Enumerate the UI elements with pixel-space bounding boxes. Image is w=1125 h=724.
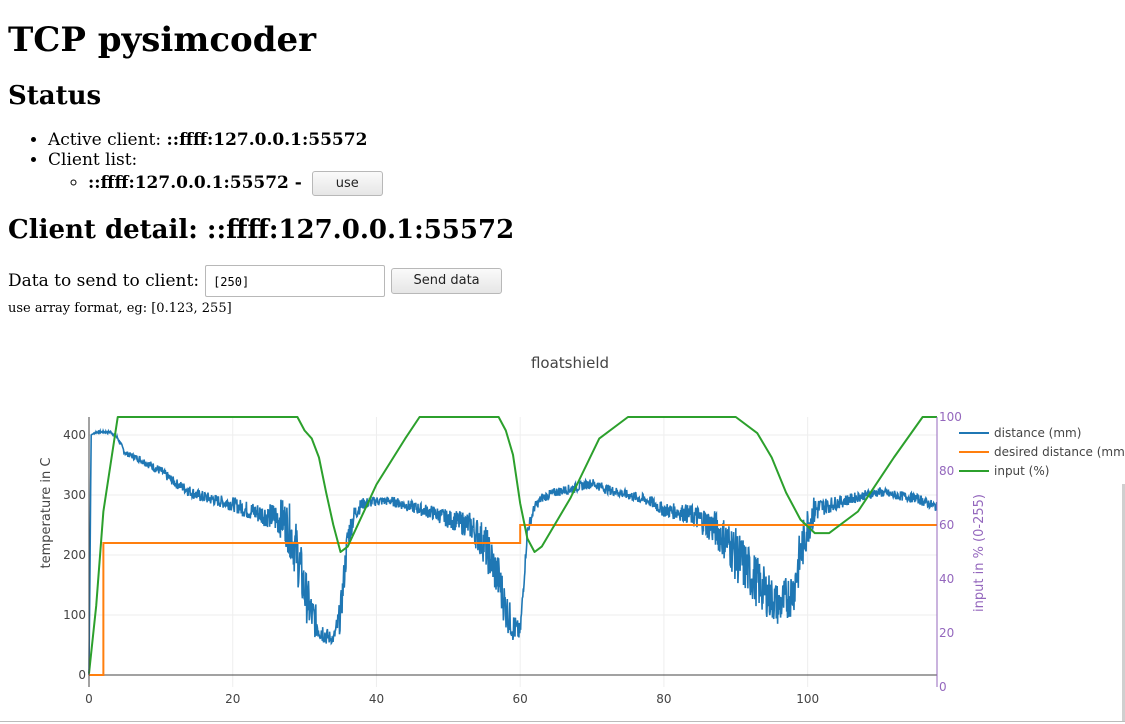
y-axis-label: temperature in C	[39, 458, 54, 569]
chart-series	[88, 416, 938, 676]
chart-title: floatshield	[531, 354, 609, 372]
list-item: ::ffff:127.0.0.1:55572 - use	[88, 170, 383, 196]
legend-item[interactable]: desired distance (mm)	[994, 445, 1125, 459]
client-separator: -	[288, 173, 308, 193]
send-data-label: Data to send to client:	[8, 271, 200, 291]
status-heading: Status	[8, 81, 102, 111]
series-distance-line	[88, 427, 938, 676]
use-client-button[interactable]: use	[311, 171, 383, 196]
page-title: TCP pysimcoder	[8, 20, 317, 60]
client-sub-list: ::ffff:127.0.0.1:55572 - use	[48, 170, 383, 196]
send-data-button[interactable]: Send data	[391, 268, 503, 294]
x-tick-label: 60	[513, 692, 528, 706]
active-client-value: ::ffff:127.0.0.1:55572	[166, 130, 368, 150]
series-desired-distance-line	[89, 524, 937, 676]
client-list-label: Client list:	[48, 150, 138, 170]
active-client-item: Active client: ::ffff:127.0.0.1:55572	[48, 130, 383, 150]
y-tick-label: 300	[63, 488, 86, 502]
client-detail-heading: Client detail: ::ffff:127.0.0.1:55572	[8, 215, 515, 245]
y-tick-label: 100	[63, 608, 86, 622]
y2-tick-label: 0	[939, 680, 947, 694]
x-tick-label: 80	[656, 692, 671, 706]
x-tick-label: 100	[796, 692, 819, 706]
legend-item[interactable]: input (%)	[994, 464, 1049, 478]
client-address: ::ffff:127.0.0.1:55572	[88, 173, 289, 193]
client-list-item: Client list: ::ffff:127.0.0.1:55572 - us…	[48, 150, 383, 196]
array-format-hint: use array format, eg: [0.123, 255]	[8, 301, 232, 316]
y2-tick-label: 40	[939, 572, 954, 586]
x-tick-label: 0	[85, 692, 93, 706]
send-data-input[interactable]: [250]	[205, 265, 386, 297]
y2-tick-label: 20	[939, 626, 954, 640]
y2-tick-label: 80	[939, 464, 954, 478]
floatshield-chart: 0 20 40 60 80 100 0 100 200 300 400 0 20 40 60 80 100 fl…	[39, 354, 1125, 706]
y2-axis-label: input in % (0-255)	[972, 494, 987, 612]
legend-item[interactable]: distance (mm)	[994, 426, 1081, 440]
y-tick-label: 0	[78, 668, 86, 682]
x-tick-label: 20	[225, 692, 240, 706]
status-list: Active client: ::ffff:127.0.0.1:55572 Cl…	[8, 130, 383, 196]
x-tick-label: 40	[369, 692, 384, 706]
chart-legend: distance (mm) desired distance (mm) input …	[959, 426, 1125, 478]
active-client-label: Active client:	[48, 130, 167, 150]
y2-tick-label: 100	[939, 410, 962, 424]
y-tick-label: 200	[63, 548, 86, 562]
y-tick-label: 400	[63, 428, 86, 442]
y2-tick-label: 60	[939, 518, 954, 532]
page-bottom-edge	[0, 721, 1125, 722]
send-data-row: Data to send to client: [250] Send data	[8, 264, 503, 298]
